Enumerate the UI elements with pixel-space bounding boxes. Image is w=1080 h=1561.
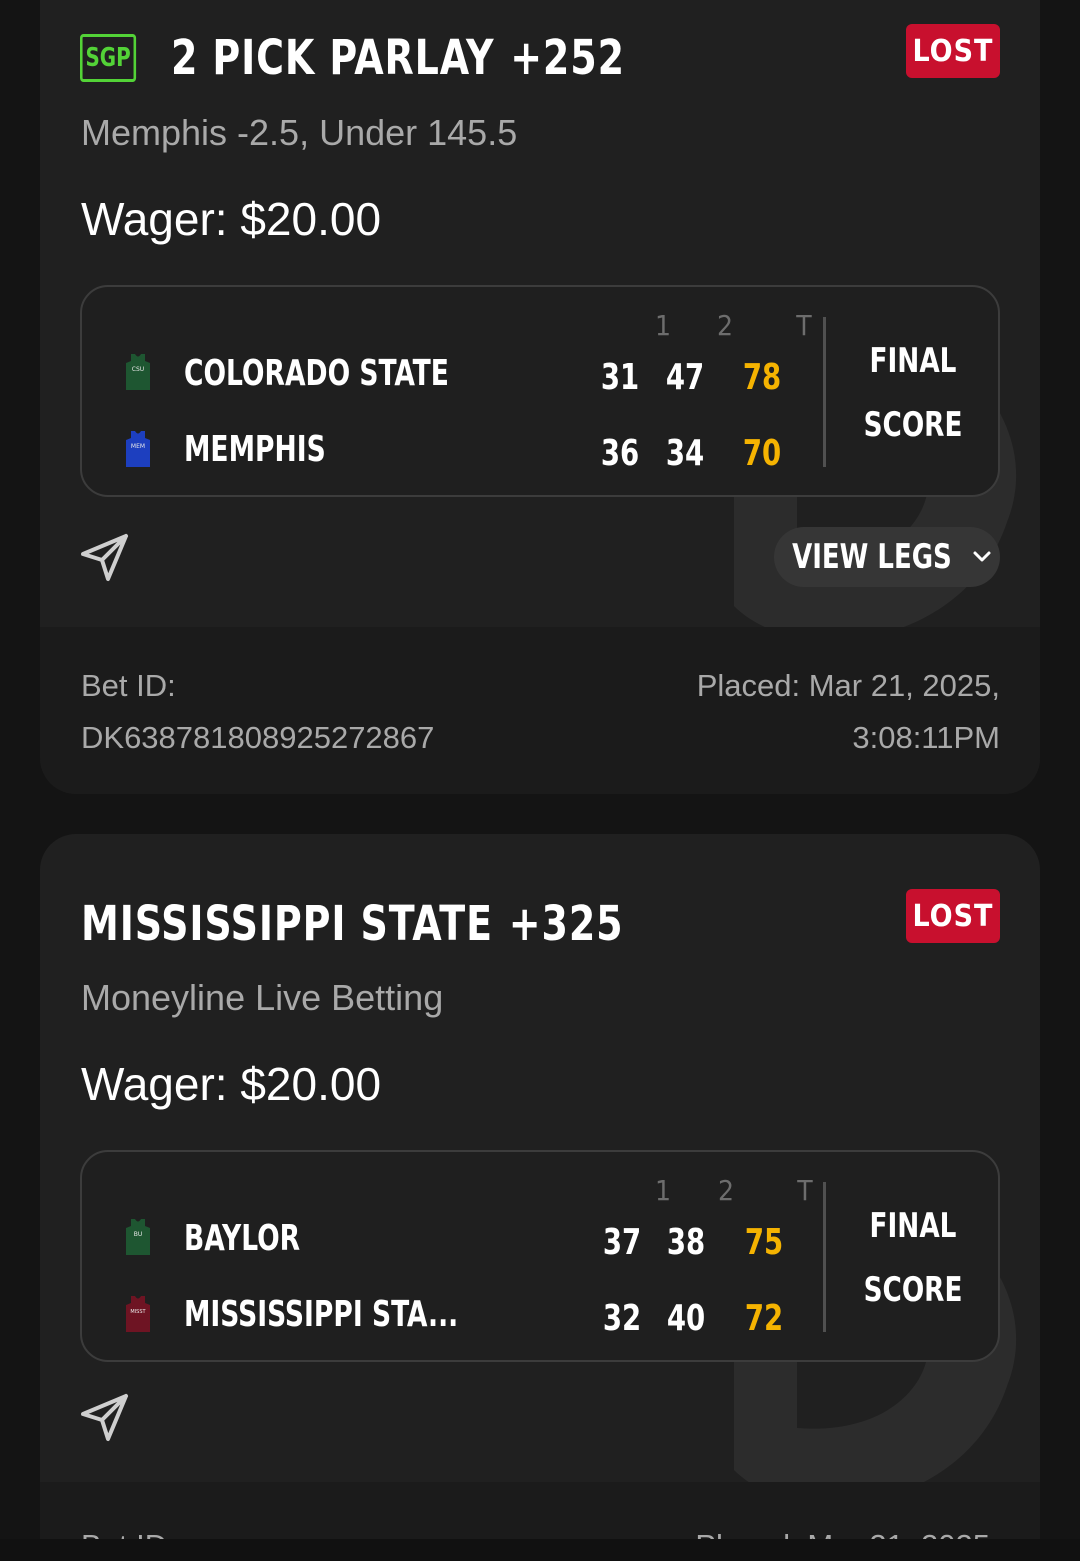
score-period-2: 38 (666, 1222, 706, 1263)
final-label-line2: SCORE (863, 1270, 963, 1310)
bet-card[interactable]: SGP 2 PICK PARLAY +252 LOST Memphis -2.5,… (40, 0, 1040, 794)
jersey-icon: MISST (126, 1296, 150, 1332)
final-score-label: FINAL SCORE (852, 329, 974, 457)
view-legs-label: VIEW LEGS (792, 537, 952, 577)
column-header-period-1: 1 (654, 309, 672, 342)
chevron-down-icon (973, 551, 991, 562)
final-label-line1: FINAL (869, 1206, 957, 1246)
final-score-label: FINAL SCORE (852, 1194, 974, 1322)
bet-card[interactable]: MISSISSIPPI STATE +325 LOST Moneyline Liv… (40, 834, 1040, 1539)
placed-date: Placed: Mar 21, 2025 (695, 1520, 990, 1539)
sgp-badge: SGP (80, 34, 137, 82)
scoreboard[interactable]: 1 2 T CSU COLORADO STATE 31 47 78 MEM ME… (80, 285, 1000, 497)
score-period-2: 40 (666, 1298, 706, 1339)
column-header-period-2: 2 (717, 1174, 735, 1207)
svg-text:CSU: CSU (132, 366, 144, 373)
column-header-period-1: 1 (654, 1174, 672, 1207)
bet-footer: Bet ID: DK638781808925272867 Placed: Mar… (40, 627, 1040, 794)
jersey-icon: CSU (126, 354, 150, 390)
bet-footer: Bet ID: Placed: Mar 21, 2025 (40, 1482, 1040, 1539)
wager-amount: Wager: $20.00 (81, 1058, 382, 1110)
status-badge: LOST (906, 24, 1000, 78)
status-badge: LOST (906, 889, 1000, 943)
team-name: COLORADO STATE (184, 353, 449, 394)
scoreboard-divider (823, 1182, 826, 1332)
bet-history-page: SGP 2 PICK PARLAY +252 LOST Memphis -2.5,… (0, 0, 1080, 1561)
bet-title-text: MISSISSIPPI STATE (81, 896, 493, 952)
bet-odds: +325 (508, 896, 624, 952)
column-header-total: T (797, 1174, 813, 1207)
final-label-line1: FINAL (869, 341, 957, 381)
team-name: MISSISSIPPI STA... (184, 1294, 459, 1335)
share-icon[interactable] (80, 1392, 130, 1442)
column-header-period-2: 2 (716, 309, 734, 342)
score-period-1: 31 (600, 357, 640, 398)
score-total: 72 (744, 1298, 784, 1339)
wager-amount: Wager: $20.00 (81, 193, 382, 245)
score-period-2: 47 (665, 357, 705, 398)
jersey-icon: BU (126, 1219, 150, 1255)
bet-subtitle: Memphis -2.5, Under 145.5 (81, 112, 518, 153)
score-period-1: 32 (602, 1298, 642, 1339)
placed-date: Placed: Mar 21, 2025, (696, 668, 1000, 703)
bet-id-value: DK638781808925272867 (81, 720, 435, 755)
team-name: BAYLOR (184, 1218, 301, 1259)
final-label-line2: SCORE (863, 405, 963, 445)
score-period-1: 36 (600, 433, 640, 474)
scoreboard-divider (823, 317, 826, 467)
placed-time: 3:08:11PM (852, 720, 1000, 755)
bottom-edge (0, 1539, 1080, 1561)
scoreboard[interactable]: 1 2 T BU BAYLOR 37 38 75 MISST MISSISSIP… (80, 1150, 1000, 1362)
bet-odds: +252 (510, 30, 625, 86)
score-total: 75 (744, 1222, 784, 1263)
bet-title: 2 PICK PARLAY +252 (171, 30, 625, 86)
bet-subtitle: Moneyline Live Betting (81, 977, 444, 1018)
svg-text:MISST: MISST (130, 1309, 146, 1315)
score-total: 78 (742, 357, 782, 398)
bet-id-label: Bet ID: (81, 668, 176, 703)
score-period-2: 34 (665, 433, 705, 474)
svg-text:MEM: MEM (131, 443, 145, 450)
jersey-icon: MEM (126, 431, 150, 467)
bet-title: MISSISSIPPI STATE +325 (81, 896, 623, 952)
share-icon[interactable] (80, 532, 130, 582)
column-header-total: T (796, 309, 812, 342)
score-total: 70 (742, 433, 782, 474)
bet-title-text: 2 PICK PARLAY (171, 30, 495, 86)
score-period-1: 37 (602, 1222, 642, 1263)
svg-text:BU: BU (134, 1231, 143, 1238)
team-name: MEMPHIS (184, 429, 326, 470)
view-legs-button[interactable]: VIEW LEGS (774, 527, 1000, 587)
bet-id-label: Bet ID: (81, 1520, 176, 1539)
